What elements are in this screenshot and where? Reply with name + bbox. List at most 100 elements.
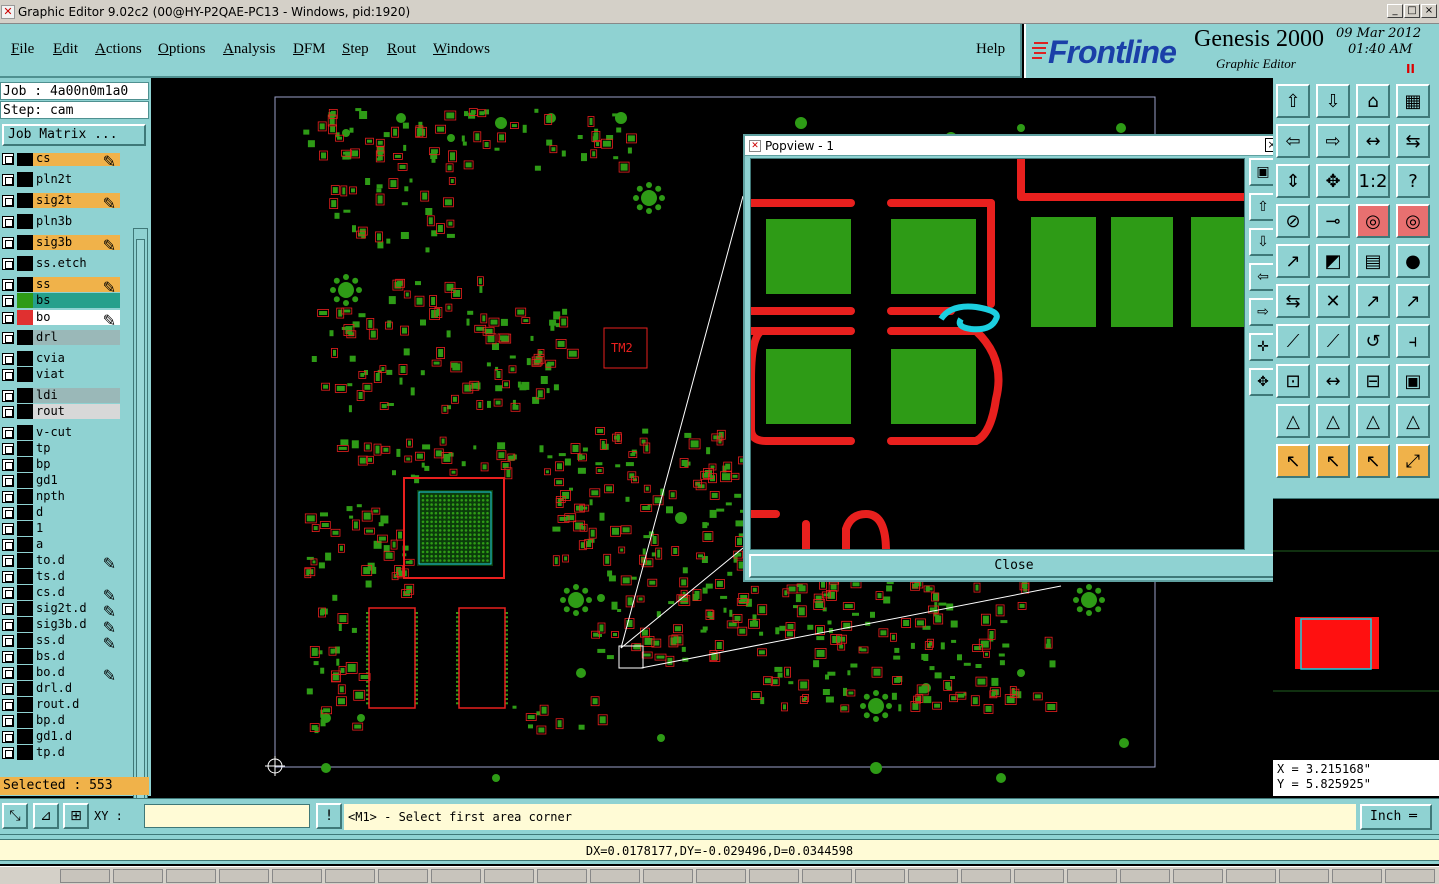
layer-color-swatch[interactable]: [17, 425, 33, 440]
layer-scrollbar[interactable]: [133, 228, 148, 850]
layer-color-swatch[interactable]: [17, 537, 33, 552]
layer-row[interactable]: bs: [2, 293, 120, 308]
layer-color-swatch[interactable]: [17, 277, 33, 292]
layer-row[interactable]: rout: [2, 404, 120, 419]
overview-map[interactable]: [1273, 498, 1439, 760]
cross-tool-icon[interactable]: ✕: [1316, 284, 1350, 318]
select-tool-icon[interactable]: ↖: [1276, 444, 1310, 478]
menu-analysis[interactable]: Analysis: [223, 41, 276, 58]
layer-checkbox[interactable]: [2, 650, 14, 663]
layer-row[interactable]: ts.d: [2, 569, 120, 584]
layer-name[interactable]: pln3b: [33, 214, 120, 229]
layer-name[interactable]: ss.etch: [33, 256, 120, 271]
layer-name[interactable]: gd1.d: [33, 729, 120, 744]
tri-d-tool-icon[interactable]: △: [1396, 404, 1430, 438]
layer-checkbox[interactable]: [2, 746, 14, 759]
layer-checkbox[interactable]: [2, 634, 14, 647]
tri-b-tool-icon[interactable]: △: [1316, 404, 1350, 438]
ruler-tool-icon[interactable]: ▤: [1356, 244, 1390, 278]
tri-a-tool-icon[interactable]: △: [1276, 404, 1310, 438]
layer-name[interactable]: a: [33, 537, 120, 552]
layer-row[interactable]: cs ✎: [2, 153, 120, 171]
layer-color-swatch[interactable]: [17, 367, 33, 382]
slash-a-tool-icon[interactable]: ⟋: [1276, 324, 1310, 358]
menu-windows[interactable]: Windows: [433, 41, 490, 58]
layer-checkbox[interactable]: [2, 506, 14, 519]
taskbar-button[interactable]: [855, 869, 905, 883]
layer-row[interactable]: sig3b.d ✎: [2, 617, 120, 637]
layer-row[interactable]: a: [2, 537, 120, 552]
layer-name[interactable]: bp: [33, 457, 120, 472]
pen-tool-icon[interactable]: ◩: [1316, 244, 1350, 278]
layer-color-swatch[interactable]: [17, 330, 33, 345]
menu-actions[interactable]: Actions: [95, 41, 142, 58]
layer-checkbox[interactable]: [2, 311, 14, 324]
arc-tool-icon[interactable]: ↺: [1356, 324, 1390, 358]
layer-row[interactable]: to.d ✎: [2, 553, 120, 573]
layer-row[interactable]: 1: [2, 521, 120, 536]
layer-checkbox[interactable]: [2, 522, 14, 535]
layer-color-swatch[interactable]: [17, 193, 33, 208]
layer-checkbox[interactable]: [2, 682, 14, 695]
taskbar-button[interactable]: [1014, 869, 1064, 883]
taskbar-button[interactable]: [590, 869, 640, 883]
tri-c-tool-icon[interactable]: △: [1356, 404, 1390, 438]
layer-checkbox[interactable]: [2, 570, 14, 583]
layer-checkbox[interactable]: [2, 236, 14, 249]
layer-checkbox[interactable]: [2, 215, 14, 228]
layer-name[interactable]: viat: [33, 367, 120, 382]
layer-name[interactable]: d: [33, 505, 120, 520]
taskbar-button[interactable]: [802, 869, 852, 883]
frame-tool-icon[interactable]: ⊟: [1356, 364, 1390, 398]
popview-close-button[interactable]: Close: [749, 554, 1279, 578]
layer-name[interactable]: ldi: [33, 388, 120, 403]
measure-icon[interactable]: ⊿: [33, 803, 59, 829]
right-tool-icon[interactable]: ⇨: [1316, 124, 1350, 158]
layer-name[interactable]: cvia: [33, 351, 120, 366]
layer-row[interactable]: ss.d ✎: [2, 633, 120, 653]
layer-color-swatch[interactable]: [17, 256, 33, 271]
layer-row[interactable]: cs.d ✎: [2, 585, 120, 605]
layer-row[interactable]: tp: [2, 441, 120, 456]
layer-name[interactable]: drl: [33, 330, 120, 345]
layer-checkbox[interactable]: [2, 278, 14, 291]
layer-checkbox[interactable]: [2, 586, 14, 599]
layer-row[interactable]: npth: [2, 489, 120, 504]
layer-color-swatch[interactable]: [17, 441, 33, 456]
select-b-tool-icon[interactable]: ↖: [1316, 444, 1350, 478]
minimize-button[interactable]: _: [1387, 4, 1403, 18]
layer-name[interactable]: npth: [33, 489, 120, 504]
layer-row[interactable]: gd1: [2, 473, 120, 488]
unit-selector[interactable]: Inch ═: [1360, 804, 1432, 830]
split-tool-icon[interactable]: ⫞: [1396, 324, 1430, 358]
box-tool-icon[interactable]: ⊡: [1276, 364, 1310, 398]
taskbar-button[interactable]: [749, 869, 799, 883]
down-tool-icon[interactable]: ⇩: [1316, 84, 1350, 118]
layer-row[interactable]: sig2t.d ✎: [2, 601, 120, 621]
zoom-home-tool-icon[interactable]: ⌂: [1356, 84, 1390, 118]
layer-color-swatch[interactable]: [17, 697, 33, 712]
layers-b-tool-icon[interactable]: ◎: [1396, 204, 1430, 238]
layer-color-swatch[interactable]: [17, 585, 33, 600]
layer-color-swatch[interactable]: [17, 601, 33, 616]
popview-zoom-view[interactable]: [750, 158, 1245, 550]
grid-icon[interactable]: ⊞: [63, 803, 89, 829]
taskbar-button[interactable]: [537, 869, 587, 883]
layer-color-swatch[interactable]: [17, 153, 33, 166]
layer-row[interactable]: ss.etch: [2, 256, 120, 271]
layer-row[interactable]: cvia: [2, 351, 120, 366]
close-button[interactable]: ×: [1421, 4, 1437, 18]
taskbar-button[interactable]: [1226, 869, 1276, 883]
shape-tool-icon[interactable]: ↗: [1276, 244, 1310, 278]
layer-row[interactable]: d: [2, 505, 120, 520]
layer-checkbox[interactable]: [2, 602, 14, 615]
layer-color-swatch[interactable]: [17, 404, 33, 419]
layer-color-swatch[interactable]: [17, 351, 33, 366]
pan-v-tool-icon[interactable]: ⇕: [1276, 164, 1310, 198]
layer-row[interactable]: viat: [2, 367, 120, 382]
layer-color-swatch[interactable]: [17, 729, 33, 744]
layer-row[interactable]: rout.d: [2, 697, 120, 712]
pan-h-tool-icon[interactable]: ↔: [1356, 124, 1390, 158]
layer-checkbox[interactable]: [2, 538, 14, 551]
taskbar-button[interactable]: [219, 869, 269, 883]
